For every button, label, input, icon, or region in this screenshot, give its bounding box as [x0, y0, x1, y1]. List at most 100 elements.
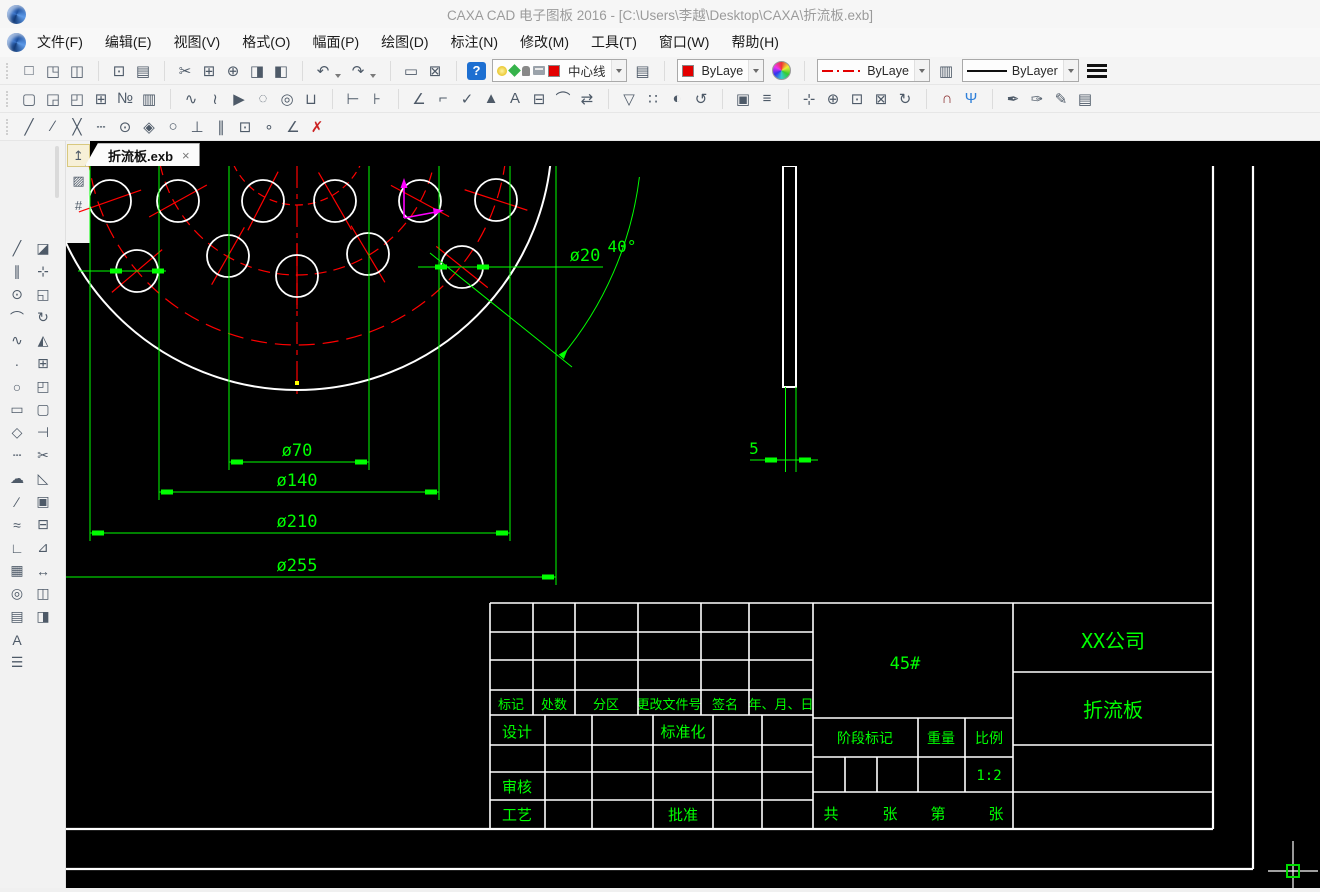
block-frame-icon[interactable]: ▣: [31, 490, 55, 513]
freehand-icon[interactable]: ∕: [5, 490, 29, 513]
table-insert-icon[interactable]: ▤: [5, 605, 29, 628]
line-icon[interactable]: ╱: [5, 237, 29, 260]
snap-perpendicular-icon[interactable]: ⊥: [185, 115, 209, 138]
dim-check-icon[interactable]: ✓: [455, 87, 479, 110]
menu-format[interactable]: 格式(O): [231, 28, 301, 57]
layer-lock-icon[interactable]: [522, 65, 530, 76]
snap-node-icon[interactable]: ⊡: [233, 115, 257, 138]
ellipse-icon[interactable]: ○: [5, 375, 29, 398]
layer-dropdown-caret[interactable]: [610, 60, 626, 81]
format-brush-icon[interactable]: ✑: [1025, 87, 1049, 110]
menu-view[interactable]: 视图(V): [163, 28, 232, 57]
snap-endpoint-icon[interactable]: ╱: [17, 115, 41, 138]
lineweight-dropdown[interactable]: ByLayer: [961, 59, 1079, 82]
document-tab[interactable]: 折流板.exb ×: [85, 143, 200, 166]
dim-linear-icon[interactable]: ⊢: [341, 87, 365, 110]
wave-icon[interactable]: ≈: [5, 513, 29, 536]
revision-cloud-icon[interactable]: ☁: [5, 467, 29, 490]
snap-intersection-icon[interactable]: ╳: [65, 115, 89, 138]
text-icon[interactable]: A: [5, 628, 29, 651]
tab-close-icon[interactable]: ×: [182, 148, 190, 163]
quadrant-icon[interactable]: ◐: [665, 87, 689, 110]
undo-icon[interactable]: ↶: [311, 59, 335, 82]
snap-center-icon[interactable]: ⊙: [113, 115, 137, 138]
copy-icon[interactable]: ⊞: [197, 59, 221, 82]
dimension-icon[interactable]: ↔: [31, 559, 55, 582]
menu-tools[interactable]: 工具(T): [580, 28, 648, 57]
select-window-icon[interactable]: ▢: [17, 87, 41, 110]
help-icon[interactable]: ?: [467, 61, 486, 80]
zoom-part-icon[interactable]: ◎: [275, 87, 299, 110]
text-annotation-icon[interactable]: A: [503, 87, 527, 110]
hatch-panel-icon[interactable]: ▨: [67, 169, 90, 192]
frame-settings-icon[interactable]: ▭: [399, 59, 423, 82]
chamfer-icon[interactable]: ◺: [31, 467, 55, 490]
circle-icon[interactable]: ⊙: [5, 283, 29, 306]
arc-length-icon[interactable]: ↺: [689, 87, 713, 110]
menu-file[interactable]: 文件(F): [26, 28, 94, 57]
insert-block-icon[interactable]: ◨: [31, 605, 55, 628]
centerline-icon[interactable]: ┄: [5, 444, 29, 467]
dim-edit-icon[interactable]: ⊿: [31, 536, 55, 559]
zoom-previous-icon[interactable]: ↻: [893, 87, 917, 110]
menu-paper[interactable]: 幅面(P): [301, 28, 370, 57]
linetype-dropdown-caret[interactable]: [913, 60, 929, 81]
dim-coordinate-icon[interactable]: ⊦: [365, 87, 389, 110]
layer-dropdown[interactable]: 中心线: [492, 59, 627, 82]
stretch-icon[interactable]: ▢: [31, 398, 55, 421]
text-frame-icon[interactable]: ◲: [41, 87, 65, 110]
open-file-icon[interactable]: ◳: [41, 59, 65, 82]
new-file-icon[interactable]: □: [17, 59, 41, 82]
redo-icon[interactable]: ↷: [346, 59, 370, 82]
menu-edit[interactable]: 编辑(E): [94, 28, 163, 57]
save-icon[interactable]: ◫: [65, 59, 89, 82]
point-icon[interactable]: ∙: [5, 352, 29, 375]
panel-grip[interactable]: [55, 146, 59, 198]
spline-icon[interactable]: ∿: [5, 329, 29, 352]
style-brush-icon[interactable]: ✒: [1001, 87, 1025, 110]
redo-icon-dropdown-caret[interactable]: [370, 73, 376, 78]
dim-arc-icon[interactable]: ⌒: [551, 87, 575, 110]
rotate-icon[interactable]: ↻: [31, 306, 55, 329]
arrow-icon[interactable]: ▶: [227, 87, 251, 110]
paste-special-icon[interactable]: ◧: [269, 59, 293, 82]
drawing-canvas[interactable]: [66, 141, 1320, 888]
scale-icon[interactable]: ◰: [31, 375, 55, 398]
snap-extension-icon[interactable]: ┄: [89, 115, 113, 138]
layer-on-icon[interactable]: [497, 65, 507, 76]
property-brush-icon[interactable]: ✎: [1049, 87, 1073, 110]
table-text-icon[interactable]: ▥: [137, 87, 161, 110]
datum-icon[interactable]: ▲: [479, 87, 503, 110]
color-palette-icon[interactable]: [772, 61, 792, 80]
move-icon[interactable]: ⊹: [31, 260, 55, 283]
zoom-window-icon[interactable]: ⊡: [845, 87, 869, 110]
export-icon[interactable]: ⊡: [107, 59, 131, 82]
paste-icon[interactable]: ◨: [245, 59, 269, 82]
dim-swap-icon[interactable]: ⇄: [575, 87, 599, 110]
tolerance-icon[interactable]: ▽: [617, 87, 641, 110]
measure-ruler-icon[interactable]: ≡: [755, 87, 779, 110]
plot-settings-icon[interactable]: ⊠: [423, 59, 447, 82]
snap-nearest-icon[interactable]: ∘: [257, 115, 281, 138]
linetype-dropdown[interactable]: ByLaye: [817, 59, 930, 82]
layer-print-icon[interactable]: [533, 66, 545, 75]
point-style-icon[interactable]: ∷: [641, 87, 665, 110]
table-icon[interactable]: ⊞: [89, 87, 113, 110]
dim-leader-icon[interactable]: ⌐: [431, 87, 455, 110]
color-dropdown[interactable]: ByLaye: [676, 59, 765, 82]
block-library-icon[interactable]: ⊟: [31, 513, 55, 536]
label-icon[interactable]: ◎: [5, 582, 29, 605]
parallel-line-icon[interactable]: ∥: [5, 260, 29, 283]
break-icon[interactable]: ⊣: [31, 421, 55, 444]
copy-basepoint-icon[interactable]: ⊕: [221, 59, 245, 82]
menu-help[interactable]: 帮助(H): [720, 28, 789, 57]
menu-dimension[interactable]: 标注(N): [440, 28, 509, 57]
zoom-all-icon[interactable]: ⊠: [869, 87, 893, 110]
merge-convert-icon[interactable]: Ψ: [959, 87, 983, 110]
mirror-icon[interactable]: ◭: [31, 329, 55, 352]
snap-tangent-icon[interactable]: ○: [161, 115, 185, 138]
snap-clear-icon[interactable]: ✗: [305, 115, 329, 138]
zoom-in-icon[interactable]: ⊕: [821, 87, 845, 110]
polygon-icon[interactable]: ◇: [5, 421, 29, 444]
menu-window[interactable]: 窗口(W): [648, 28, 721, 57]
